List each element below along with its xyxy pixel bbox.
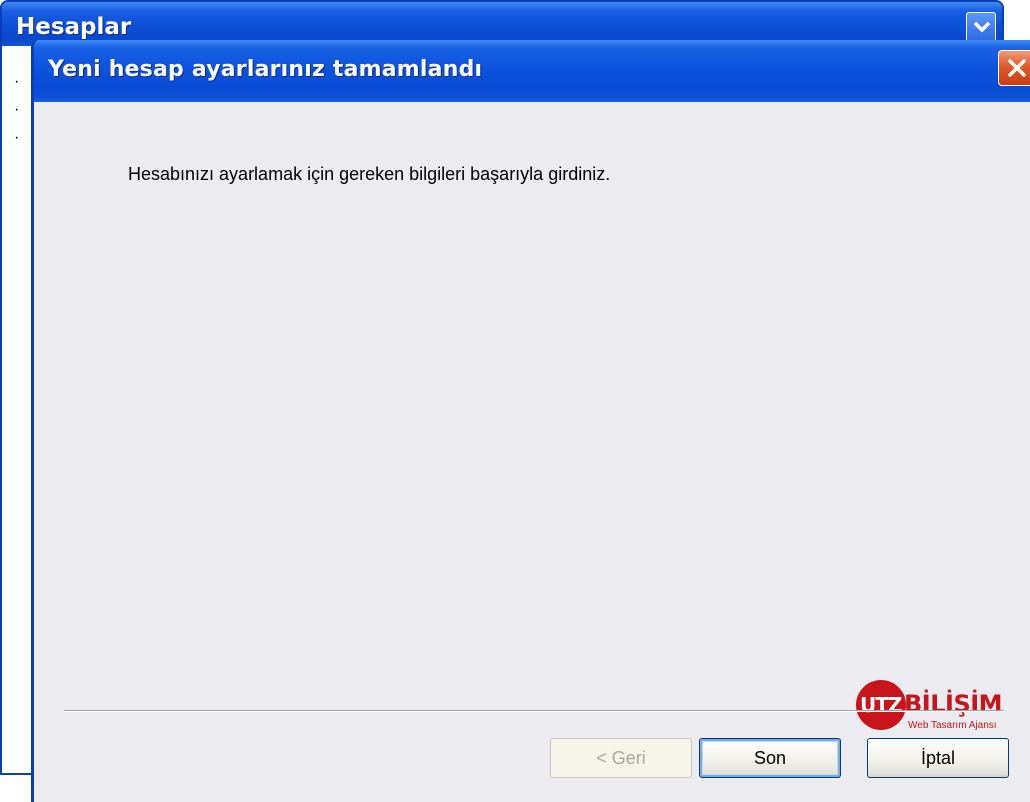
close-button[interactable] xyxy=(998,50,1030,86)
dialog-body: Hesabınızı ayarlamak için gereken bilgil… xyxy=(34,102,1030,802)
logo-word: BİLİŞİM xyxy=(904,690,1003,718)
finish-button[interactable]: Son xyxy=(699,738,841,778)
chevron-down-icon xyxy=(973,21,991,33)
background-window-list[interactable]: · · · xyxy=(2,46,32,773)
completion-message: Hesabınızı ayarlamak için gereken bilgil… xyxy=(128,164,611,184)
background-window-help-button[interactable] xyxy=(966,12,996,42)
cancel-button[interactable]: İptal xyxy=(867,738,1009,778)
dialog-titlebar[interactable]: Yeni hesap ayarlarınız tamamlandı xyxy=(34,40,1030,102)
background-window-title: Hesaplar xyxy=(16,14,132,40)
account-setup-complete-dialog: Yeni hesap ayarlarınız tamamlandı Hesabı… xyxy=(31,40,1030,802)
background-window-list-marks: · · · xyxy=(14,73,20,146)
logo-circle: UTZ xyxy=(856,680,906,730)
button-divider xyxy=(64,710,1004,712)
logo-tagline: Web Tasarım Ajansı xyxy=(908,720,997,731)
close-icon xyxy=(1008,59,1026,77)
dialog-title: Yeni hesap ayarlarınız tamamlandı xyxy=(48,57,483,82)
logo-mark: UTZ xyxy=(860,693,902,717)
back-button[interactable]: < Geri xyxy=(550,738,692,778)
